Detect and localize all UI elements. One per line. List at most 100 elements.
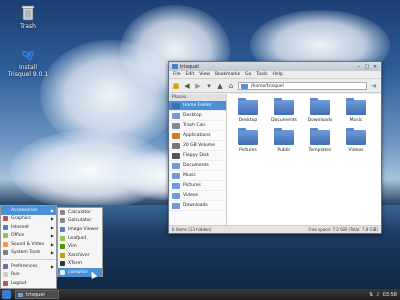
content-area: Places Home Folder Desktop Trash Can Applic… [169, 94, 381, 225]
submenu-item[interactable]: Leafpad [58, 234, 102, 243]
menu-item[interactable]: Internet ▶ [1, 223, 56, 232]
place-icon [172, 182, 180, 189]
menu-item[interactable]: Preferences ▶ [1, 262, 56, 271]
app-icon [60, 252, 65, 258]
sidebar-item[interactable]: Floppy Disk [169, 151, 226, 161]
chevron-right-icon: ▶ [50, 250, 54, 256]
network-icon[interactable]: ⇅ [369, 292, 373, 298]
folder-item[interactable]: Pictures [231, 128, 265, 153]
sidebar-item[interactable]: Downloads [169, 201, 226, 211]
titlebar[interactable]: trisquel – □ ✕ [169, 62, 381, 71]
app-icon [60, 226, 65, 232]
taskbar: trisquel ⇅ ♪ 03:58 [0, 289, 400, 300]
close-icon[interactable]: ✕ [372, 64, 378, 70]
menu-item[interactable]: Run [1, 271, 56, 280]
category-icon [3, 250, 8, 256]
new-tab-icon[interactable]: ■ [172, 82, 180, 90]
go-icon[interactable]: ➔ [370, 82, 378, 90]
address-bar[interactable]: /home/trisquel [238, 81, 367, 90]
submenu-item[interactable]: Galculator [58, 217, 102, 226]
minimize-icon[interactable]: – [356, 64, 362, 70]
sidebar-item[interactable]: Pictures [169, 181, 226, 191]
place-icon [172, 192, 180, 199]
history-icon[interactable]: ▾ [205, 82, 213, 90]
folder-item[interactable]: Documents [267, 98, 301, 123]
category-icon [3, 233, 8, 239]
sidebar-item[interactable]: Music [169, 171, 226, 181]
chevron-right-icon: ▶ [50, 241, 54, 247]
clock[interactable]: 03:58 [383, 292, 397, 298]
toolbar: ■ ◀ ▶ ▾ ▲ ⌂ /home/trisquel ➔ [169, 79, 381, 93]
submenu-item[interactable]: Xarchiver [58, 251, 102, 260]
menu-tools[interactable]: Tools [256, 72, 267, 77]
menu-item[interactable]: Graphics ▶ [1, 215, 56, 224]
folder-item[interactable]: Public [267, 128, 301, 153]
start-menu-button[interactable] [2, 290, 11, 299]
places-header: Places [169, 94, 226, 101]
sidebar-item-label: 20 GB Volume [183, 143, 215, 148]
sidebar-item-label: Home Folder [183, 103, 212, 108]
menu-item[interactable]: Office ▶ [1, 232, 56, 241]
menubar: File Edit View Bookmarks Go Tools Help [169, 71, 381, 79]
sidebar-item[interactable]: Home Folder [169, 101, 226, 111]
menu-item[interactable]: Logout [1, 279, 56, 288]
folder-icon [310, 128, 330, 145]
submenu-item-label: Calculator [68, 209, 91, 215]
chevron-right-icon: ▶ [50, 233, 54, 239]
submenu-item[interactable]: XTerm [58, 260, 102, 269]
sidebar-item[interactable]: 20 GB Volume [169, 141, 226, 151]
sidebar-item-label: Trash Can [183, 123, 206, 128]
menu-file[interactable]: File [173, 72, 181, 77]
up-icon[interactable]: ▲ [216, 82, 224, 90]
menu-item-label: Run [11, 272, 20, 278]
menu-item-label: Preferences [11, 263, 38, 269]
menu-edit[interactable]: Edit [186, 72, 195, 77]
folder-item[interactable]: Music [339, 98, 373, 123]
folder-icon [346, 98, 366, 115]
folder-icon [274, 128, 294, 145]
submenu-item[interactable]: Vim [58, 242, 102, 251]
back-icon[interactable]: ◀ [183, 82, 191, 90]
submenu-item-label: Galculator [68, 218, 92, 224]
home-icon[interactable]: ⌂ [227, 82, 235, 90]
category-icon [3, 216, 8, 222]
file-manager-window[interactable]: trisquel – □ ✕ File Edit View Bookmarks … [168, 61, 382, 234]
volume-icon[interactable]: ♪ [376, 292, 379, 298]
sidebar-item[interactable]: Videos [169, 191, 226, 201]
maximize-icon[interactable]: □ [364, 64, 370, 70]
folder-item[interactable]: Videos [339, 128, 373, 153]
folder-icon [241, 83, 248, 89]
submenu-item[interactable]: Calculator [58, 208, 102, 217]
forward-icon[interactable]: ▶ [194, 82, 202, 90]
desktop-icon-trash[interactable]: Trash [3, 5, 53, 30]
place-icon [172, 162, 180, 169]
app-icon [60, 209, 65, 215]
taskbar-window-button[interactable]: trisquel [15, 290, 59, 299]
place-icon [172, 142, 180, 149]
menu-bookmarks[interactable]: Bookmarks [215, 72, 240, 77]
place-icon [172, 102, 180, 109]
menu-go[interactable]: Go [245, 72, 251, 77]
menu-item[interactable]: Accessories ▶ [1, 206, 56, 215]
category-icon [3, 272, 8, 278]
folder-item[interactable]: Desktop [231, 98, 265, 123]
desktop-icon-install[interactable]: Install Trisquel 9.0.1 [0, 46, 56, 78]
file-view[interactable]: Desktop Documents Downloads Music Pictures Pu… [227, 94, 381, 225]
folder-item[interactable]: Templates [303, 128, 337, 153]
menu-item[interactable]: Sound & Video ▶ [1, 240, 56, 249]
sidebar-item[interactable]: Applications [169, 131, 226, 141]
sidebar-item[interactable]: Trash Can [169, 121, 226, 131]
menu-view[interactable]: View [199, 72, 210, 77]
menu-help[interactable]: Help [272, 72, 282, 77]
trash-icon [21, 5, 35, 21]
folder-item[interactable]: Downloads [303, 98, 337, 123]
menu-item[interactable]: System Tools ▶ [1, 249, 56, 258]
places-sidebar: Places Home Folder Desktop Trash Can Applic… [169, 94, 227, 225]
folder-label: Templates [308, 148, 332, 153]
category-icon [3, 241, 8, 247]
sidebar-item[interactable]: Documents [169, 161, 226, 171]
submenu-item[interactable]: Image Viewer [58, 225, 102, 234]
sidebar-item[interactable]: Desktop [169, 111, 226, 121]
sidebar-item-label: Documents [183, 163, 209, 168]
category-icon [3, 224, 8, 230]
